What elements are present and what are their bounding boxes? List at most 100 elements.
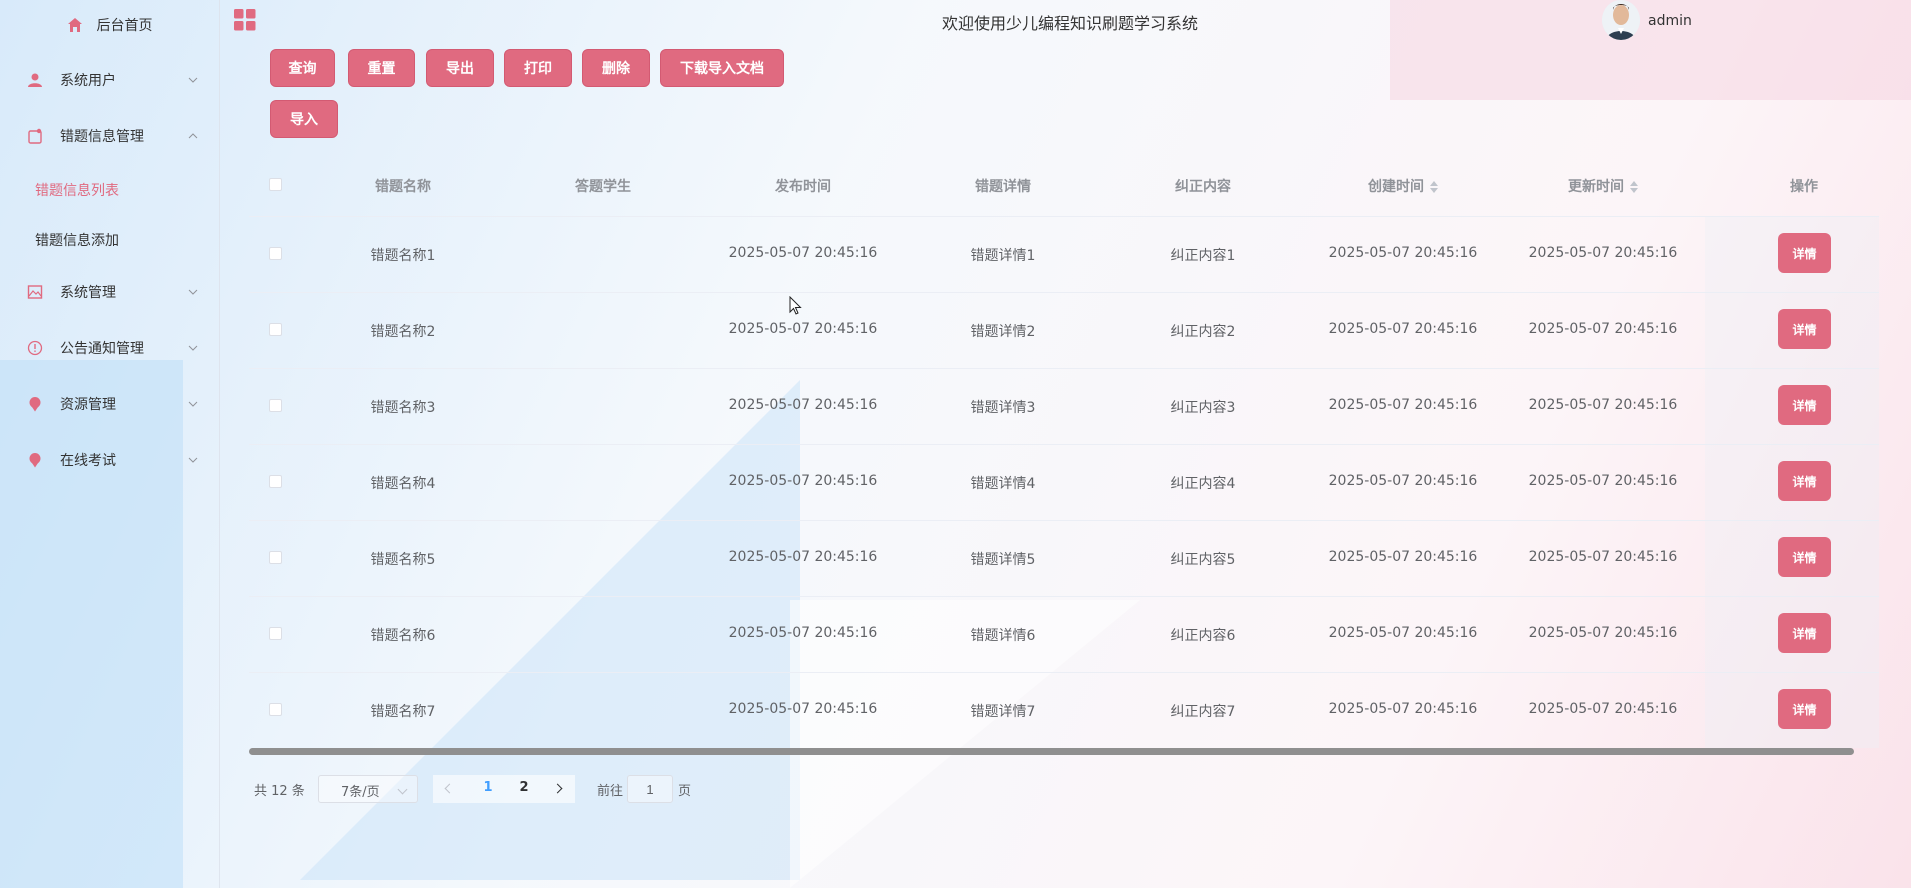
prev-page-button[interactable] (433, 775, 463, 803)
sidebar-item-home[interactable]: 后台首页 (0, 0, 219, 50)
cell-correction: 纠正内容5 (1170, 552, 1236, 568)
detail-button[interactable]: 详情 (1778, 537, 1831, 577)
row-checkbox[interactable] (269, 627, 282, 640)
chevron-up-icon (188, 133, 198, 139)
detail-button[interactable]: 详情 (1778, 233, 1831, 273)
page-title: 欢迎使用少儿编程知识刷题学习系统 (941, 14, 1198, 33)
table-row: 错题名称4 2025-05-07 20:45:16 错题详情4 纠正内容4 20… (249, 444, 1879, 521)
table-row: 错题名称6 2025-05-07 20:45:16 错题详情6 纠正内容6 20… (249, 596, 1879, 673)
cell-publish-time: 2025-05-07 20:45:16 (728, 245, 878, 261)
page-number[interactable]: 2 (509, 780, 539, 795)
select-all-checkbox[interactable] (269, 178, 282, 191)
mouse-cursor-icon (789, 296, 802, 315)
row-checkbox[interactable] (269, 551, 282, 564)
pagination-total: 共 12 条 (254, 784, 305, 799)
goto-page-input[interactable] (627, 775, 673, 803)
column-header-label: 更新时间 (1568, 179, 1624, 195)
sort-icon[interactable] (1630, 181, 1638, 193)
goto-label: 前往 (597, 784, 624, 799)
column-header: 错题详情 (975, 179, 1031, 195)
avatar[interactable] (1602, 0, 1640, 40)
cell-name: 错题名称6 (370, 628, 436, 644)
column-header: 发布时间 (775, 179, 831, 195)
detail-button[interactable]: 详情 (1778, 385, 1831, 425)
table-row: 错题名称3 2025-05-07 20:45:16 错题详情3 纠正内容3 20… (249, 368, 1879, 445)
page-size-select[interactable]: 7条/页 (318, 775, 418, 803)
cell-created: 2025-05-07 20:45:16 (1328, 473, 1478, 489)
info-icon (27, 340, 43, 356)
import-button[interactable]: 导入 (270, 100, 338, 138)
sidebar-item-online-exam[interactable]: 在线考试 (0, 435, 219, 485)
download-template-button[interactable]: 下载导入文档 (660, 49, 784, 87)
detail-button[interactable]: 详情 (1778, 613, 1831, 653)
user-icon (27, 72, 43, 88)
cell-publish-time: 2025-05-07 20:45:16 (728, 397, 878, 413)
cell-name: 错题名称5 (370, 552, 436, 568)
table-row: 错题名称7 2025-05-07 20:45:16 错题详情7 纠正内容7 20… (249, 672, 1879, 748)
table-row: 错题名称2 2025-05-07 20:45:16 错题详情2 纠正内容2 20… (249, 292, 1879, 369)
clipboard-icon (27, 128, 43, 144)
sidebar-item-label: 在线考试 (60, 453, 116, 469)
column-header: 纠正内容 (1175, 179, 1231, 195)
sidebar-item-label: 公告通知管理 (60, 341, 144, 357)
sidebar-item-wrong-questions[interactable]: 错题信息管理 (0, 111, 219, 161)
sidebar-item-resources[interactable]: 资源管理 (0, 379, 219, 429)
sidebar-item-notices[interactable]: 公告通知管理 (0, 323, 219, 373)
row-checkbox[interactable] (269, 399, 282, 412)
print-button[interactable]: 打印 (504, 49, 572, 87)
reset-button[interactable]: 重置 (348, 49, 415, 87)
table-header: 错题名称 答题学生 发布时间 错题详情 纠正内容 创建时间 更新时间 操作 (249, 156, 1879, 217)
pin-icon (27, 452, 43, 468)
cell-created: 2025-05-07 20:45:16 (1328, 701, 1478, 717)
column-header-label: 创建时间 (1368, 179, 1424, 195)
export-button[interactable]: 导出 (426, 49, 494, 87)
cell-created: 2025-05-07 20:45:16 (1328, 245, 1478, 261)
horizontal-scrollbar[interactable] (249, 748, 1854, 755)
row-checkbox[interactable] (269, 323, 282, 336)
sidebar-subitem-wrong-list[interactable]: 错题信息列表 (0, 166, 219, 214)
cell-detail: 错题详情7 (970, 704, 1036, 720)
cell-publish-time: 2025-05-07 20:45:16 (728, 473, 878, 489)
sidebar-item-label: 错题信息管理 (60, 129, 144, 145)
sidebar-item-label: 系统管理 (60, 285, 116, 301)
sidebar-item-label: 系统用户 (60, 73, 116, 89)
page-nav: 1 2 (433, 775, 575, 803)
sidebar-item-label: 后台首页 (96, 18, 153, 34)
detail-button[interactable]: 详情 (1778, 689, 1831, 729)
query-button[interactable]: 查询 (270, 49, 335, 87)
sidebar: 后台首页 系统用户 错题信息管理 错题信息列表 错题信息添加 系统管理 公告通知… (0, 0, 220, 888)
cell-name: 错题名称1 (370, 248, 436, 264)
sidebar-item-system[interactable]: 系统管理 (0, 267, 219, 317)
cell-updated: 2025-05-07 20:45:16 (1528, 397, 1678, 413)
detail-button[interactable]: 详情 (1778, 309, 1831, 349)
table-row: 错题名称1 2025-05-07 20:45:16 错题详情1 纠正内容1 20… (249, 216, 1879, 293)
cell-created: 2025-05-07 20:45:16 (1328, 321, 1478, 337)
cell-publish-time: 2025-05-07 20:45:16 (728, 321, 878, 337)
row-checkbox[interactable] (269, 475, 282, 488)
cell-publish-time: 2025-05-07 20:45:16 (728, 625, 878, 641)
cell-name: 错题名称4 (370, 476, 436, 492)
column-header-updated[interactable]: 更新时间 (1543, 176, 1663, 196)
sort-icon[interactable] (1430, 181, 1438, 193)
cell-updated: 2025-05-07 20:45:16 (1528, 245, 1678, 261)
chevron-down-icon (188, 289, 198, 295)
cell-updated: 2025-05-07 20:45:16 (1528, 701, 1678, 717)
cell-publish-time: 2025-05-07 20:45:16 (728, 701, 878, 717)
image-icon (27, 284, 43, 300)
detail-button[interactable]: 详情 (1778, 461, 1831, 501)
cell-detail: 错题详情3 (970, 400, 1036, 416)
cell-correction: 纠正内容4 (1170, 476, 1236, 492)
column-header-created[interactable]: 创建时间 (1343, 176, 1463, 196)
sidebar-subitem-label: 错题信息添加 (35, 233, 119, 249)
cell-correction: 纠正内容2 (1170, 324, 1236, 340)
delete-button[interactable]: 删除 (582, 49, 650, 87)
sidebar-item-users[interactable]: 系统用户 (0, 55, 219, 105)
page-size-value: 7条/页 (341, 785, 380, 800)
page-number[interactable]: 1 (473, 780, 503, 795)
grid-menu-icon[interactable] (234, 9, 256, 31)
sidebar-subitem-wrong-add[interactable]: 错题信息添加 (0, 216, 219, 264)
column-header: 答题学生 (575, 179, 631, 195)
row-checkbox[interactable] (269, 703, 282, 716)
next-page-button[interactable] (545, 775, 575, 803)
row-checkbox[interactable] (269, 247, 282, 260)
